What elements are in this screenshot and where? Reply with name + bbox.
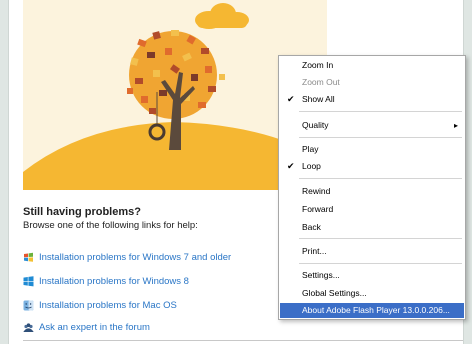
link-label: Installation problems for Mac OS (39, 299, 177, 311)
menu-item-zoom-out: Zoom Out (280, 75, 464, 90)
checkmark-icon: ✔ (287, 94, 295, 104)
menu-item-back[interactable]: Back (280, 220, 464, 235)
menu-item-global-settings[interactable]: Global Settings... (280, 286, 464, 301)
forum-people-icon (23, 322, 34, 332)
link-mac[interactable]: Installation problems for Mac OS (23, 298, 177, 312)
link-forum[interactable]: Ask an expert in the forum (23, 320, 150, 334)
menu-item-loop[interactable]: ✔ Loop (280, 159, 464, 174)
menu-item-label: Settings... (302, 270, 340, 280)
menu-item-zoom-in[interactable]: Zoom In (280, 58, 464, 73)
menu-item-rewind[interactable]: Rewind (280, 184, 464, 199)
menu-item-label: Play (302, 144, 319, 154)
menu-item-about-flash-player[interactable]: About Adobe Flash Player 13.0.0.206... (280, 303, 464, 318)
menu-item-label: Global Settings... (302, 288, 367, 298)
menu-separator (299, 238, 462, 239)
submenu-arrow-icon: ▸ (453, 121, 458, 130)
menu-item-label: Print... (302, 246, 327, 256)
menu-item-play[interactable]: Play (280, 142, 464, 157)
menu-item-label: Zoom In (302, 60, 334, 70)
menu-separator (299, 137, 462, 138)
menu-item-label: Back (302, 222, 321, 232)
flash-context-menu: Zoom In Zoom Out ✔ Show All Quality ▸ Pl… (278, 55, 466, 320)
menu-item-show-all[interactable]: ✔ Show All (280, 92, 464, 107)
checkmark-icon: ✔ (287, 161, 295, 171)
link-windows8[interactable]: Installation problems for Windows 8 (23, 274, 189, 288)
windows7-icon (24, 252, 33, 262)
menu-separator (299, 263, 462, 264)
menu-separator (299, 178, 462, 179)
menu-item-forward[interactable]: Forward (280, 202, 464, 217)
menu-item-label: Quality (302, 120, 329, 130)
windows8-icon (23, 275, 34, 286)
menu-item-label: Forward (302, 204, 334, 214)
menu-item-label: Loop (302, 161, 321, 171)
menu-item-print[interactable]: Print... (280, 244, 464, 259)
menu-item-label: Show All (302, 94, 335, 104)
menu-item-label: About Adobe Flash Player 13.0.0.206... (302, 305, 450, 315)
link-label: Installation problems for Windows 7 and … (39, 251, 232, 263)
menu-item-settings[interactable]: Settings... (280, 268, 464, 283)
menu-separator (299, 111, 462, 112)
link-label: Ask an expert in the forum (39, 321, 150, 333)
link-windows7[interactable]: Installation problems for Windows 7 and … (23, 250, 231, 264)
menu-item-quality[interactable]: Quality ▸ (280, 118, 464, 133)
divider (23, 340, 463, 341)
menu-item-label: Zoom Out (302, 77, 340, 87)
link-label: Installation problems for Windows 8 (39, 275, 189, 287)
mac-finder-icon (23, 300, 34, 310)
menu-item-label: Rewind (302, 186, 331, 196)
cloud-icon (195, 3, 249, 29)
